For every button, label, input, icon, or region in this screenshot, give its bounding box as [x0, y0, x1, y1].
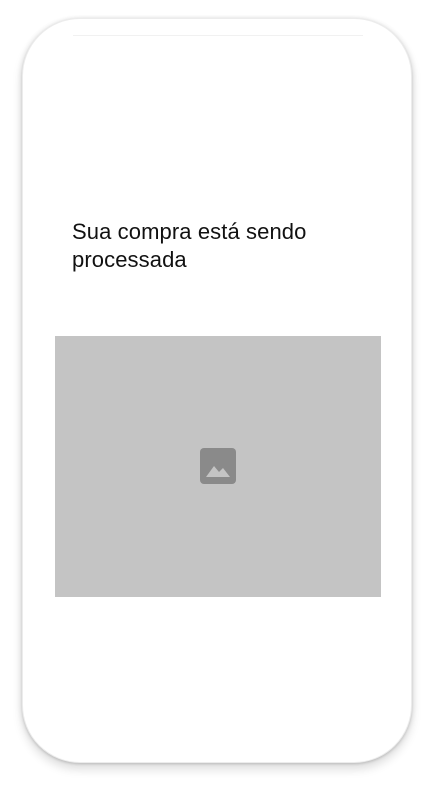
phone-frame: Sua compra está sendo processada [22, 18, 412, 763]
top-divider [73, 35, 363, 36]
canvas: Sua compra está sendo processada [0, 0, 438, 799]
image-placeholder-icon [200, 448, 236, 484]
image-placeholder [55, 336, 381, 597]
page-title: Sua compra está sendo processada [72, 219, 307, 272]
